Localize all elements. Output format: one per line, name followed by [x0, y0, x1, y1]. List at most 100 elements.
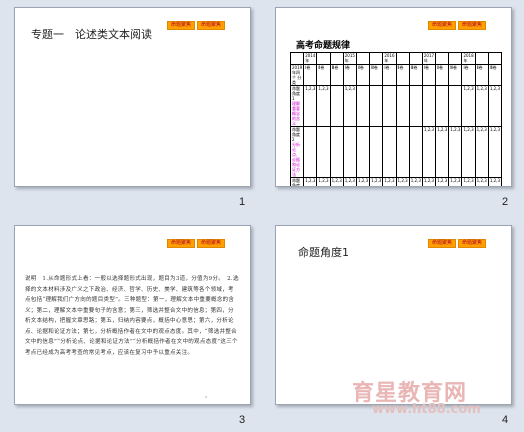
table-header-cell: Ⅲ卷 [329, 64, 344, 86]
slide-number: 4 [502, 414, 509, 426]
tag-badge: 命题聚焦 [197, 239, 226, 248]
table-cell: 1,2,3 [316, 177, 331, 186]
table-header-cell: 2017 年 [421, 52, 437, 65]
header-tags: 命题聚焦 命题聚焦 [167, 21, 226, 30]
table-cell: 1,2,3 [487, 177, 503, 186]
table-cell [408, 85, 423, 127]
table-cell: 1,2,3 [461, 85, 476, 127]
tag-badge: 命题聚焦 [197, 21, 226, 30]
table-cell: 1,2,3 [474, 126, 489, 178]
table-header-cell: Ⅰ卷 [421, 64, 437, 86]
table-header-cell [395, 52, 410, 65]
table-cell: 1,2,3 [487, 85, 503, 127]
table-cell [355, 85, 371, 127]
table-header-cell [289, 52, 305, 65]
table-cell: 1,2,3 [448, 126, 463, 178]
watermark-url: www.ht88.com [372, 402, 481, 417]
table-row: 命题角度3分析概括作者在文中的观点态度1,2,31,2,31,2,31,2,31… [289, 177, 503, 187]
slide-thumbnail-3[interactable]: 命题聚焦 命题聚焦 说明 1.从命题形式上看：一般以选择题形式出现，题目为3道，… [14, 225, 251, 405]
table-cell [355, 126, 371, 178]
table-cell: 1,2,3 [408, 177, 423, 186]
table-row: 命题角度2 分析论点、论据和论证方法 1,2,3 1,2,3 1,2,3 1,2,3 1,2… [289, 126, 503, 178]
table-header-cell: 2018 年 [461, 52, 476, 65]
table-header-cell: 2015 年 [342, 52, 357, 65]
table-header-cell: Ⅱ卷 [355, 64, 371, 86]
table-header-cell [369, 52, 384, 65]
table-cell: 1,2,3 [355, 177, 371, 186]
slide-number: 3 [239, 414, 246, 426]
table-cell [435, 85, 450, 127]
table-header-cell [474, 52, 489, 65]
table-cell [329, 126, 344, 178]
table-cell [421, 85, 437, 127]
table-cell: 1,2,3 [342, 85, 357, 127]
table-cell [382, 85, 397, 127]
table-header-cell [316, 52, 331, 65]
row-label: 命题角度2 [292, 127, 300, 142]
table-header-cell [435, 52, 450, 65]
slide-thumbnail-1[interactable]: 命题聚焦 命题聚焦 专题一 论述类文本阅读 [14, 7, 251, 187]
header-tags: 命题聚焦 命题聚焦 [167, 239, 226, 248]
table-header-cell: Ⅰ卷 [382, 64, 397, 86]
table-cell: 1,2,3 [342, 177, 357, 186]
table-header-cell: Ⅲ卷 [369, 64, 384, 86]
bullet-dot [205, 396, 207, 398]
table-header-cell [487, 52, 503, 65]
row-description: 分析论点、论据和论证方法 [292, 142, 300, 177]
table-cell: 1,2,3 [435, 177, 450, 186]
table-header-cell: Ⅲ卷 [448, 64, 463, 86]
table-header-cell: Ⅰ卷 [461, 64, 476, 86]
row-label-cell: 命题角度3分析概括作者在文中的观点态度 [289, 177, 305, 187]
header-tags: 命题聚焦 命题聚焦 [428, 239, 487, 248]
table-cell [448, 85, 463, 127]
row-label-cell: 命题角度1 理解重要概念的含义 [289, 85, 305, 127]
table-cell [369, 126, 384, 178]
table-header-cell: Ⅲ卷 [408, 64, 423, 86]
table-header-row: 2014 年 2015 年 2016 年 2017 年 2018 年 [289, 52, 503, 65]
row-label-cell: 命题角度2 分析论点、论据和论证方法 [289, 126, 305, 178]
table-cell [369, 85, 384, 127]
table-cell: 1,2,3 [421, 126, 437, 178]
table-cell [329, 85, 344, 127]
table-cell: 1,2,3 [303, 177, 318, 186]
table-cell: 1,2,3 [316, 85, 331, 127]
table-cell [342, 126, 357, 178]
table-header-cell [408, 52, 423, 65]
table-header-cell: 2016 年 [382, 52, 397, 65]
exam-frequency-table: 2014 年 2015 年 2016 年 2017 年 2018 年 2019 年四个 分… [289, 52, 503, 187]
table-header-cell [448, 52, 463, 65]
table-cell: 1,2,3 [329, 177, 344, 186]
slide-number: 1 [239, 196, 246, 208]
table-cell [303, 126, 318, 178]
row-label: 命题角度3 [292, 178, 300, 187]
table-header-cell: Ⅰ卷 [342, 64, 357, 86]
slide-number: 2 [502, 196, 509, 208]
table-cell: 1,2,3 [395, 177, 410, 186]
slide-thumbnail-2[interactable]: 命题聚焦 命题聚焦 高考命题规律 2014 年 2015 年 2016 年 2017 … [275, 7, 512, 187]
table-cell: 1,2,3 [448, 177, 463, 186]
tag-badge: 命题聚焦 [167, 21, 196, 30]
table-cell [316, 126, 331, 178]
table-header-cell: Ⅱ卷 [316, 64, 331, 86]
table-header-cell: 2019 年四个 分类 [289, 64, 305, 86]
table-cell: 1,2,3 [369, 177, 384, 186]
table-header-cell: Ⅱ卷 [435, 64, 450, 86]
table-cell [408, 126, 423, 178]
table-header-cell: Ⅰ卷 [303, 64, 318, 86]
explanation-paragraph: 说明 1.从命题形式上看：一般以选择题形式出现，题目为3道，分值为9分。 2.选… [25, 276, 239, 356]
table-row: 命题角度1 理解重要概念的含义 1,2,3 1,2,3 1,2,3 1,2,3 1,2,3 1… [289, 85, 503, 127]
table-header-cell: Ⅱ卷 [395, 64, 410, 86]
tag-badge: 命题聚焦 [458, 21, 487, 30]
table-header-cell: Ⅱ卷 [474, 64, 489, 86]
slide-title: 高考命题规律 [296, 41, 351, 51]
table-cell [395, 126, 410, 178]
table-cell: 1,2,3 [421, 177, 437, 186]
table-header-cell: 2014 年 [303, 52, 318, 65]
tag-badge: 命题聚焦 [428, 239, 457, 248]
table-cell: 1,2,3 [303, 85, 318, 127]
table-cell [382, 126, 397, 178]
slide-title: 专题一 论述类文本阅读 [31, 28, 152, 41]
table-header-row: 2019 年四个 分类 Ⅰ卷 Ⅱ卷 Ⅲ卷 Ⅰ卷 Ⅱ卷 Ⅲ卷 Ⅰ卷 Ⅱ卷 Ⅲ卷 Ⅰ卷 Ⅱ卷 Ⅲ卷 Ⅰ卷 Ⅱ卷 Ⅲ… [289, 64, 503, 86]
table-cell: 1,2,3 [435, 126, 450, 178]
table-header-cell: Ⅲ卷 [487, 64, 503, 86]
